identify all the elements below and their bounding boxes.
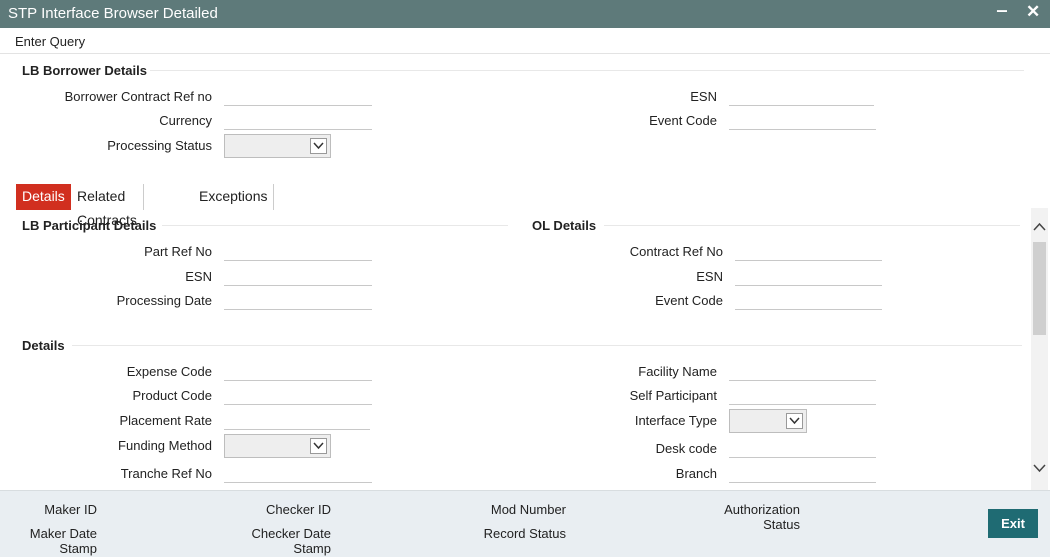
maker-id-label: Maker ID: [44, 502, 97, 517]
product-code-label: Product Code: [132, 388, 213, 403]
branch-input[interactable]: [729, 463, 876, 483]
processing-date-input[interactable]: [224, 290, 372, 310]
facility-name-input[interactable]: [729, 361, 876, 381]
ol-esn-label: ESN: [696, 269, 723, 284]
part-ref-input[interactable]: [224, 241, 372, 261]
self-participant-input[interactable]: [729, 385, 876, 405]
expense-code-label: Expense Code: [126, 364, 212, 379]
expense-code-input[interactable]: [224, 361, 372, 381]
currency-label: Currency: [159, 113, 212, 128]
exit-button[interactable]: Exit: [988, 509, 1038, 538]
scroll-up-icon[interactable]: [1032, 220, 1047, 235]
ol-contract-ref-label: Contract Ref No: [629, 244, 723, 259]
ol-section-title: OL Details: [532, 218, 597, 233]
minimize-icon[interactable]: ‒: [997, 0, 1007, 21]
mod-number-label: Mod Number: [490, 502, 566, 517]
tranche-ref-label: Tranche Ref No: [120, 466, 212, 481]
chevron-down-icon: [786, 413, 803, 429]
maker-date-stamp-label: Maker Date Stamp: [29, 526, 97, 556]
tab-exceptions[interactable]: Exceptions: [193, 184, 275, 210]
enter-query-menu-item[interactable]: Enter Query: [15, 34, 85, 49]
tab-details[interactable]: Details: [16, 184, 71, 210]
borrower-esn-input[interactable]: [729, 86, 874, 106]
processing-status-select[interactable]: [224, 134, 331, 158]
funding-method-select[interactable]: [224, 434, 331, 458]
interface-type-select[interactable]: [729, 409, 807, 433]
chevron-down-icon: [310, 438, 327, 454]
funding-method-label: Funding Method: [118, 438, 212, 453]
participant-esn-input[interactable]: [224, 266, 372, 286]
tranche-ref-input[interactable]: [224, 463, 372, 483]
desk-code-label: Desk code: [655, 441, 717, 456]
scrollbar-thumb[interactable]: [1033, 242, 1046, 335]
currency-input[interactable]: [224, 110, 372, 130]
borrower-contract-ref-label: Borrower Contract Ref no: [64, 89, 212, 104]
ol-event-code-input[interactable]: [735, 290, 882, 310]
vertical-scrollbar[interactable]: [1031, 208, 1048, 490]
borrower-contract-ref-input[interactable]: [224, 86, 372, 106]
branch-label: Branch: [675, 466, 717, 481]
interface-type-label: Interface Type: [634, 413, 717, 428]
menu-bar: Enter Query: [0, 28, 1050, 54]
borrower-section-title: LB Borrower Details: [22, 63, 147, 78]
tab-related-contracts[interactable]: Related Contracts: [71, 184, 144, 228]
borrower-esn-label: ESN: [690, 89, 717, 104]
chevron-down-icon: [310, 138, 327, 154]
details-divider: [72, 345, 1022, 346]
desk-code-input[interactable]: [729, 438, 876, 458]
ol-esn-input[interactable]: [735, 266, 882, 286]
borrower-divider: [150, 70, 1024, 71]
audit-footer: Maker ID Maker Date Stamp Checker ID Chec…: [0, 490, 1050, 557]
ol-event-code-label: Event Code: [655, 293, 723, 308]
checker-id-label: Checker ID: [265, 502, 331, 517]
participant-esn-label: ESN: [185, 269, 212, 284]
scroll-down-icon[interactable]: [1032, 460, 1047, 475]
record-status-label: Record Status: [483, 526, 566, 541]
placement-rate-input[interactable]: [224, 410, 370, 430]
checker-date-stamp-label: Checker Date Stamp: [251, 526, 331, 556]
facility-name-label: Facility Name: [638, 364, 717, 379]
ol-contract-ref-input[interactable]: [735, 241, 882, 261]
ol-divider: [604, 225, 1020, 226]
participant-section-title: LB Participant Details: [22, 218, 157, 233]
borrower-event-code-label: Event Code: [649, 113, 717, 128]
close-icon[interactable]: ✕: [1026, 2, 1040, 22]
details-section-title: Details: [22, 338, 65, 353]
processing-status-label: Processing Status: [107, 138, 212, 153]
part-ref-label: Part Ref No: [144, 244, 212, 259]
borrower-event-code-input[interactable]: [729, 110, 876, 130]
placement-rate-label: Placement Rate: [119, 413, 213, 428]
self-participant-label: Self Participant: [629, 388, 717, 403]
authorization-status-label: Authorization Status: [724, 502, 800, 532]
window-title: STP Interface Browser Detailed: [8, 5, 218, 22]
product-code-input[interactable]: [224, 385, 372, 405]
window-titlebar: STP Interface Browser Detailed ‒ ✕: [0, 0, 1050, 28]
processing-date-label: Processing Date: [116, 293, 212, 308]
participant-divider: [162, 225, 508, 226]
